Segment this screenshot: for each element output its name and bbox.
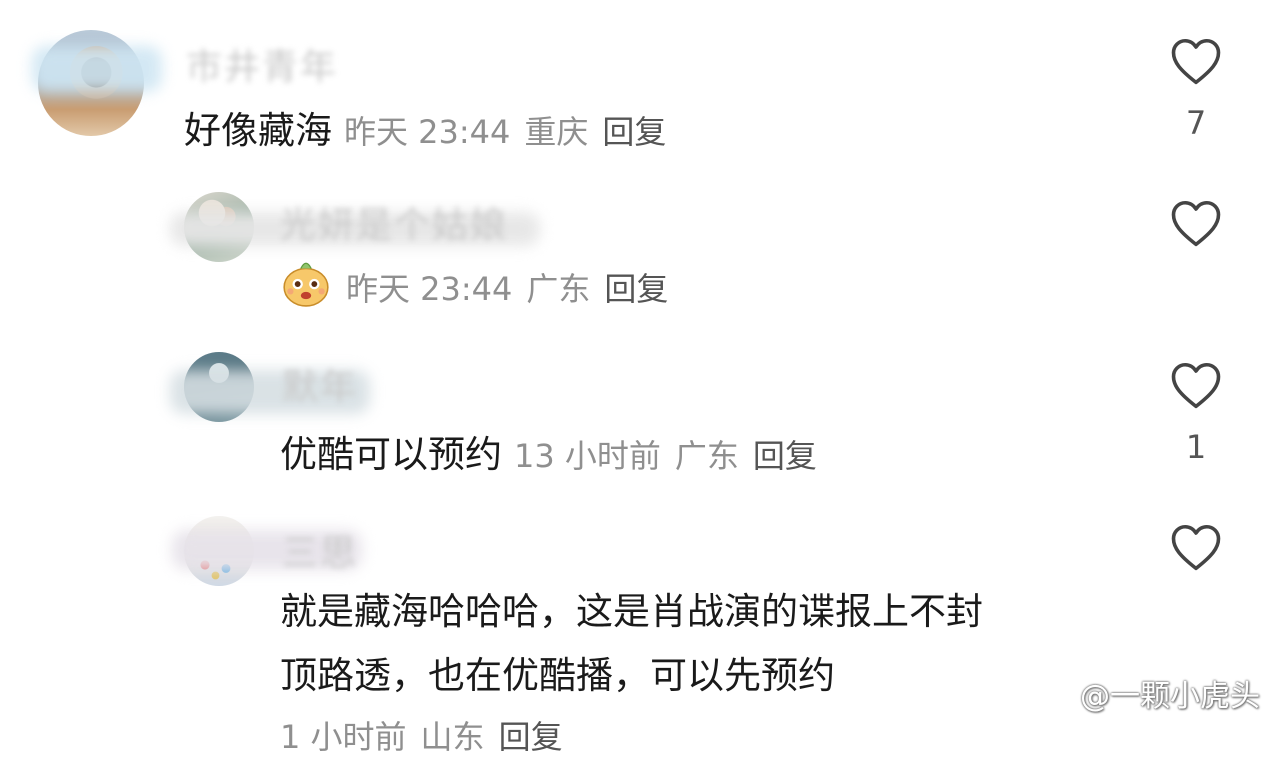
reply-button[interactable]: 回复: [604, 270, 668, 308]
reply-button[interactable]: 回复: [753, 437, 817, 475]
weibo-logo-icon: [1035, 685, 1073, 713]
comment-text: 优酷可以预约: [280, 433, 502, 476]
heart-outline-icon[interactable]: [1169, 522, 1223, 572]
username[interactable]: 默年: [282, 358, 358, 410]
comment-text-line: 就是藏海哈哈哈，这是肖战演的谍报上不封: [280, 590, 983, 633]
heart-outline-icon[interactable]: [1169, 198, 1223, 248]
comment-location: 山东: [420, 718, 485, 756]
reply-button[interactable]: 回复: [602, 113, 666, 151]
comment-text-line: 顶路透，也在优酷播，可以先预约: [280, 654, 835, 697]
comment-time: 昨天 23:44: [346, 270, 513, 308]
watermark: @一颗小虎头: [1034, 671, 1260, 715]
comment-time: 1 小时前: [280, 718, 407, 756]
username[interactable]: 市井青年: [186, 38, 338, 90]
comment-time: 13 小时前: [514, 437, 661, 475]
reply-button[interactable]: 回复: [499, 718, 563, 756]
like-count: 1: [1185, 428, 1207, 466]
like-count: 7: [1185, 104, 1207, 142]
username-blurred: [32, 46, 162, 92]
watermark-text: @一颗小虎头: [1080, 679, 1260, 714]
username[interactable]: 三思: [282, 524, 358, 576]
heart-outline-icon[interactable]: [1169, 360, 1223, 410]
comment-text: 就是藏海哈哈哈，这是肖战演的谍报上不封 顶路透，也在优酷播，可以先预约: [280, 580, 983, 708]
cute-creature-sticker-icon: [283, 262, 329, 307]
comment-location: 广东: [674, 437, 739, 475]
username[interactable]: 光妍是个姑娘: [280, 196, 508, 248]
comment-location: 广东: [526, 270, 591, 308]
comment-location: 重庆: [524, 113, 589, 151]
comment-text: 好像藏海: [184, 109, 332, 152]
heart-outline-icon[interactable]: [1169, 36, 1223, 86]
comment-time: 昨天 23:44: [344, 113, 511, 151]
